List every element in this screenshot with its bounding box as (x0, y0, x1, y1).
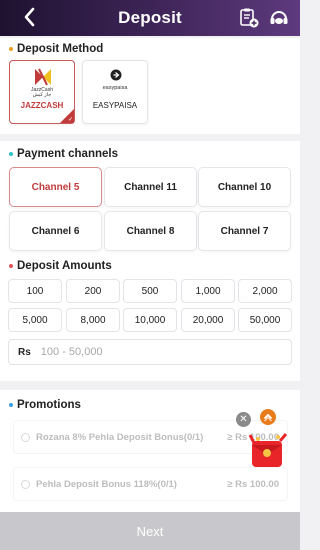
clipboard-record-icon[interactable] (238, 7, 260, 29)
method-jazzcash[interactable]: JazzCash جاز کیش JAZZCASH ✓ (9, 60, 75, 124)
channel-10[interactable]: Channel 10 (198, 167, 291, 207)
channel-7[interactable]: Channel 7 (198, 211, 291, 251)
promotion-min-amount: ≥ Rs 100.00 (227, 479, 279, 490)
amount-input[interactable] (40, 346, 271, 358)
radio-button[interactable] (21, 433, 30, 442)
section-title: Promotions (9, 399, 81, 411)
red-envelope-gift-icon[interactable] (246, 427, 290, 471)
promotions-title: Promotions (17, 399, 81, 411)
amount-option[interactable]: 8,000 (66, 308, 120, 332)
bullet-dot (9, 152, 13, 156)
deposit-amounts-title: Deposit Amounts (17, 260, 112, 272)
section-title: Deposit Method (9, 43, 103, 55)
deposit-method-title: Deposit Method (17, 43, 104, 55)
currency-label: Rs (18, 346, 31, 358)
channel-11[interactable]: Channel 11 (104, 167, 197, 207)
amount-option[interactable]: 1,000 (181, 279, 235, 303)
amount-option[interactable]: 50,000 (238, 308, 292, 332)
bullet-dot (9, 47, 13, 51)
bullet-dot (9, 403, 13, 407)
page-title: Deposit (118, 8, 182, 27)
amount-option[interactable]: 5,000 (8, 308, 62, 332)
customer-service-icon[interactable] (268, 7, 290, 29)
section-title: Deposit Amounts (9, 260, 112, 272)
channel-6[interactable]: Channel 6 (9, 211, 102, 251)
close-icon[interactable]: ✕ (236, 412, 251, 427)
easypaisa-logo-icon (110, 69, 122, 81)
radio-button[interactable] (21, 480, 30, 489)
checkmark-icon: ✓ (67, 117, 73, 123)
amount-input-field: Rs (8, 339, 292, 365)
payment-channels-title: Payment channels (17, 148, 118, 160)
bullet-dot (9, 264, 13, 268)
channel-5[interactable]: Channel 5 (9, 167, 102, 207)
method-easypaisa[interactable]: easypaisa EASYPAISA (82, 60, 148, 124)
chevron-up-icon[interactable] (260, 409, 276, 425)
amount-option[interactable]: 20,000 (181, 308, 235, 332)
top-bar: Deposit (0, 0, 300, 36)
easypaisa-logo-text: easypaisa (102, 85, 128, 91)
amount-option[interactable]: 100 (8, 279, 62, 303)
amount-option[interactable]: 500 (123, 279, 177, 303)
amount-option[interactable]: 200 (66, 279, 120, 303)
amount-option[interactable]: 2,000 (238, 279, 292, 303)
back-arrow-icon[interactable] (22, 6, 44, 30)
jazzcash-logo-urdu: جاز کیش (32, 92, 52, 98)
promotion-option[interactable]: Pehla Deposit Bonus 118%(0/1) ≥ Rs 100.0… (13, 467, 288, 501)
next-button[interactable]: Next (0, 512, 300, 550)
method-label: EASYPAISA (92, 101, 138, 110)
channel-8[interactable]: Channel 8 (104, 211, 197, 251)
amount-option[interactable]: 10,000 (123, 308, 177, 332)
promotion-label: Rozana 8% Pehla Deposit Bonus(0/1) (36, 432, 204, 443)
promotion-label: Pehla Deposit Bonus 118%(0/1) (36, 479, 177, 490)
jazzcash-logo-icon (35, 68, 51, 86)
section-title: Payment channels (9, 148, 118, 160)
